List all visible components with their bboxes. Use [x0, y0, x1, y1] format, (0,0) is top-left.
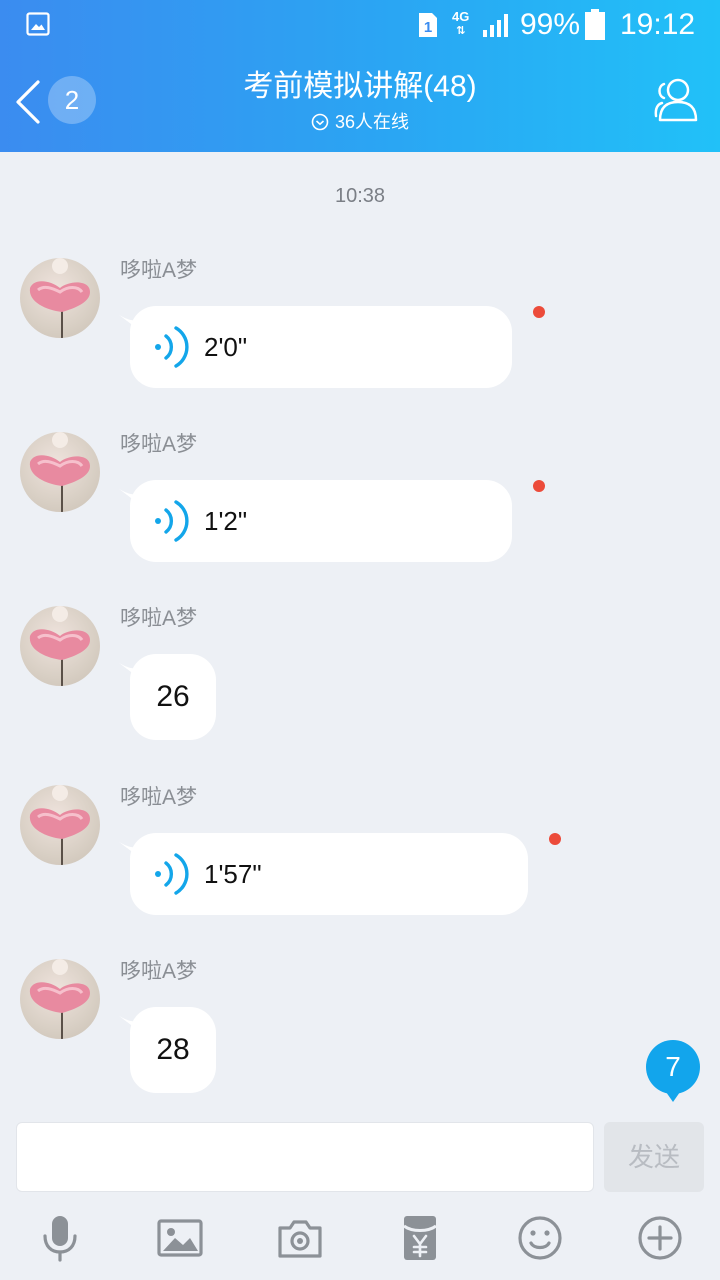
heart-lollipop-image	[29, 432, 90, 512]
sim-number: 1	[424, 19, 432, 36]
online-check-icon	[311, 113, 329, 131]
sender-avatar[interactable]	[20, 258, 100, 338]
mic-icon[interactable]	[36, 1214, 84, 1262]
group-title[interactable]: 考前模拟讲解(48)	[0, 68, 720, 106]
battery-icon	[585, 9, 605, 40]
heart-lollipop-image	[29, 785, 90, 865]
voice-duration: 1'2"	[204, 506, 248, 536]
message-input[interactable]	[16, 1122, 594, 1192]
sender-avatar[interactable]	[20, 959, 100, 1039]
network-type: 4G ⇅	[452, 10, 469, 38]
group-members-icon[interactable]	[650, 76, 702, 124]
gallery-notification-icon	[26, 12, 50, 36]
unread-dot	[549, 833, 561, 845]
red-packet-icon[interactable]	[396, 1214, 444, 1262]
plus-icon[interactable]	[636, 1214, 684, 1262]
heart-lollipop-image	[29, 606, 90, 686]
voice-wave-icon	[155, 326, 189, 368]
voice-message[interactable]: 2'0"	[130, 306, 512, 388]
time-separator: 10:38	[334, 185, 386, 207]
sender-name: 哆啦A梦	[120, 607, 198, 630]
sender-avatar[interactable]	[20, 606, 100, 686]
heart-lollipop-image	[29, 258, 90, 338]
clock: 19:12	[620, 8, 696, 41]
network-label: 4G	[452, 9, 470, 24]
online-count: 36人在线	[334, 112, 410, 132]
sender-name: 哆啦A梦	[120, 960, 198, 983]
chat-header: 1 4G ⇅ 99% 19:12 2 考前模拟讲解(48) 36人在线	[0, 0, 720, 152]
battery-percent: 99%	[520, 8, 581, 41]
text-message[interactable]: 26	[130, 654, 216, 740]
voice-duration: 1'57"	[204, 859, 262, 889]
image-icon[interactable]	[156, 1214, 204, 1262]
sim-card-icon: 1	[419, 13, 437, 37]
sender-name: 哆啦A梦	[120, 433, 198, 456]
unread-dot	[533, 306, 545, 318]
message-text: 28	[156, 1033, 190, 1066]
sender-name: 哆啦A梦	[120, 786, 198, 809]
data-arrows-icon: ⇅	[456, 25, 466, 37]
status-bar: 1 4G ⇅ 99% 19:12	[0, 0, 720, 50]
sender-avatar[interactable]	[20, 432, 100, 512]
text-message[interactable]: 28	[130, 1007, 216, 1093]
camera-icon[interactable]	[276, 1214, 324, 1262]
voice-message[interactable]: 1'2"	[130, 480, 512, 562]
voice-duration: 2'0"	[204, 332, 248, 362]
sender-name: 哆啦A梦	[120, 259, 198, 282]
voice-message[interactable]: 1'57"	[130, 833, 528, 915]
heart-lollipop-image	[29, 959, 90, 1039]
voice-wave-icon	[155, 500, 189, 542]
sender-avatar[interactable]	[20, 785, 100, 865]
emoji-icon[interactable]	[516, 1214, 564, 1262]
voice-wave-icon	[155, 853, 189, 895]
online-status: 36人在线	[0, 110, 720, 134]
unread-dot	[533, 480, 545, 492]
message-text: 26	[156, 680, 190, 713]
send-button[interactable]: 发送	[604, 1122, 704, 1192]
signal-icon	[483, 14, 508, 37]
new-messages-badge[interactable]: 7	[646, 1040, 700, 1102]
